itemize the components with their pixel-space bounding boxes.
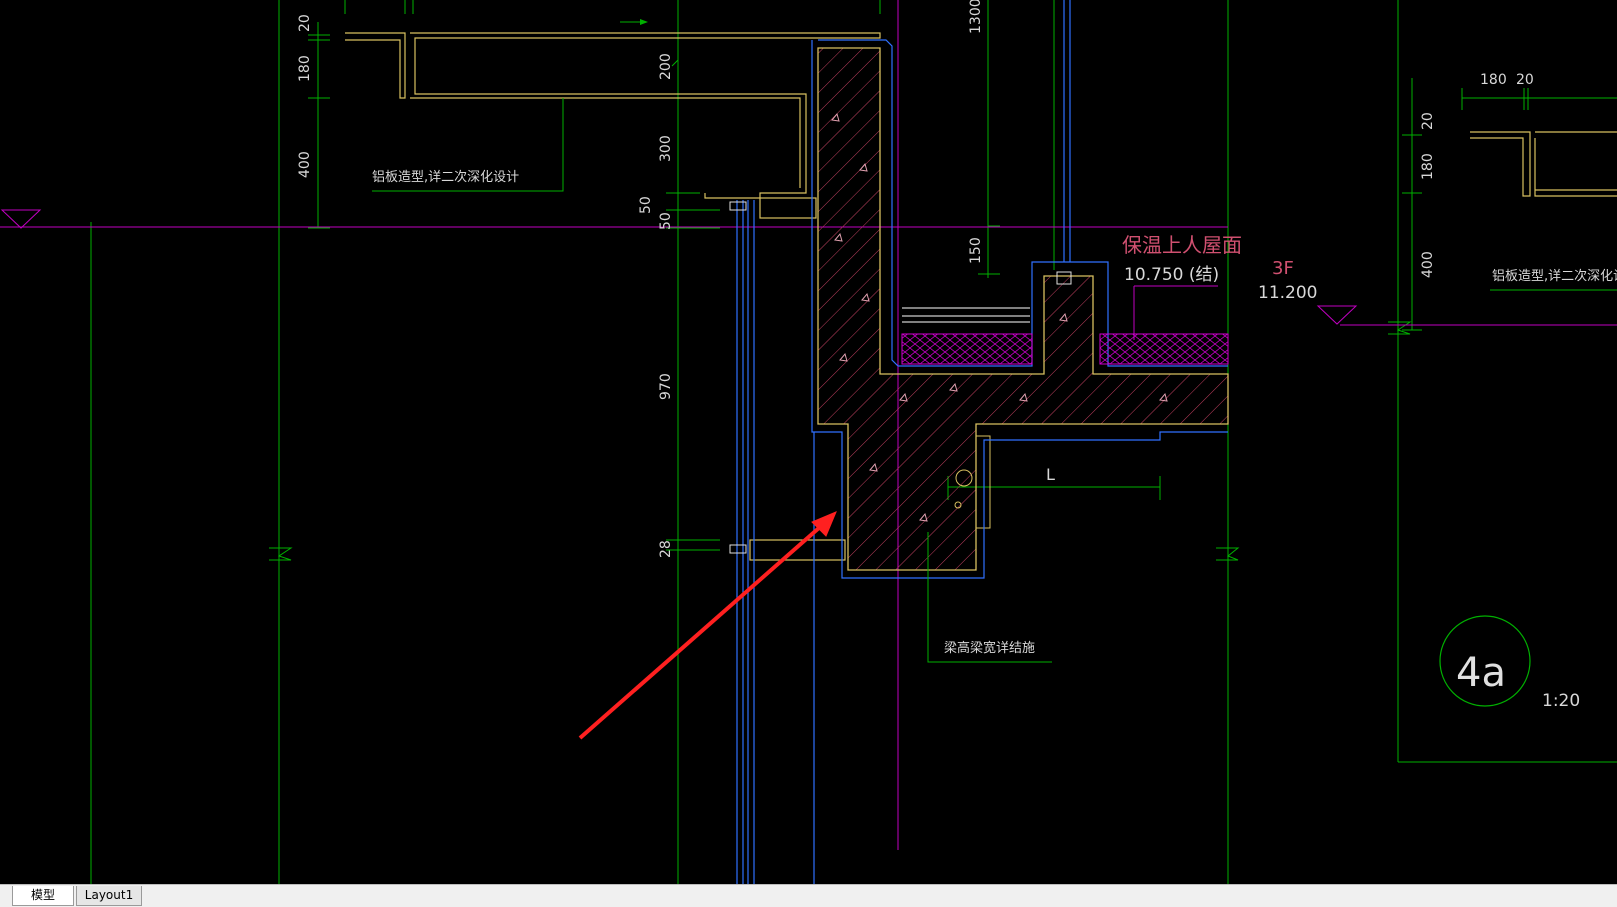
dim-28: 28 (658, 540, 674, 558)
dim-20-right-v: 20 (1420, 112, 1436, 130)
waterproof-lines (736, 0, 1228, 884)
note-beam: 梁高梁宽详结施 (944, 640, 1035, 656)
dim-20-top: 20 (297, 14, 313, 32)
tab-layout1[interactable]: Layout1 (76, 886, 142, 906)
roof-elevation: 10.750 (结) (1124, 265, 1219, 285)
layout-tab-bar: 模型 Layout1 (0, 884, 1617, 907)
dim-180-right-v: 180 (1420, 153, 1436, 180)
level-marker-right (1316, 305, 1358, 325)
insulation-left (901, 333, 1033, 365)
note-aluminum-right: 铝板造型,详二次深化设计 (1492, 268, 1617, 284)
cad-drawing: 20 180 400 200 300 50 50 970 28 1300 150… (0, 0, 1617, 884)
detail-scale: 1:20 (1542, 691, 1580, 711)
dim-150: 150 (968, 237, 984, 264)
red-arrow (578, 511, 837, 740)
detail-number: 4a (1456, 650, 1506, 696)
insulation-right (1099, 333, 1229, 365)
dim-400-left: 400 (297, 151, 313, 178)
dim-180-top: 180 (297, 55, 313, 82)
dim-50-a: 50 (638, 196, 654, 214)
floor-label: 3F (1272, 258, 1294, 279)
dim-L: L (1046, 465, 1055, 484)
aluminum-cladding (345, 32, 1617, 561)
note-aluminum-left: 铝板造型,详二次深化设计 (372, 169, 519, 185)
dim-300: 300 (658, 135, 674, 162)
dim-400-right: 400 (1420, 251, 1436, 278)
dim-20-right: 20 (1516, 72, 1534, 88)
level-marker-left (0, 209, 42, 229)
floor-elevation: 11.200 (1258, 283, 1317, 303)
roof-title: 保温上人屋面 (1122, 233, 1242, 257)
tab-model[interactable]: 模型 (12, 886, 74, 906)
dim-200: 200 (658, 53, 674, 80)
dim-50-b: 50 (658, 212, 674, 230)
dim-1300: 1300 (968, 0, 984, 34)
dim-180-right: 180 (1480, 72, 1507, 88)
concrete-section (817, 47, 1229, 571)
cad-model-canvas[interactable]: 20 180 400 200 300 50 50 970 28 1300 150… (0, 0, 1617, 884)
dim-970: 970 (658, 373, 674, 400)
level-lines (0, 0, 1617, 850)
